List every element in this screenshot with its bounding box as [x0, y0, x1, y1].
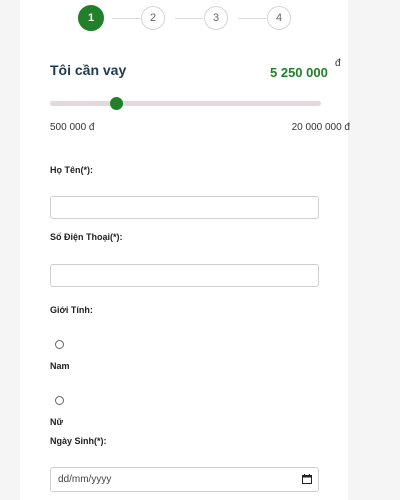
loan-amount-slider[interactable] — [50, 97, 321, 110]
gender-label: Giới Tính: — [50, 305, 93, 315]
dob-placeholder: dd/mm/yyyy — [58, 474, 112, 485]
loan-amount-label: Tôi cần vay — [50, 62, 127, 78]
stepper-connector — [112, 18, 140, 19]
stepper-connector — [175, 18, 203, 19]
slider-max-label: 20 000 000 đ — [291, 122, 350, 133]
slider-min-label: 500 000 đ — [50, 122, 95, 133]
phone-input[interactable] — [50, 264, 319, 287]
loan-amount-value: 5 250 000 — [270, 65, 328, 80]
step-4[interactable]: 4 — [267, 6, 291, 30]
dob-date-input[interactable]: dd/mm/yyyy — [50, 467, 319, 492]
stepper: 1 2 3 4 — [20, 5, 348, 32]
phone-label: Số Điện Thoại(*): — [50, 232, 123, 242]
currency-symbol: đ — [335, 58, 341, 69]
stepper-connector — [238, 18, 266, 19]
step-3[interactable]: 3 — [204, 6, 228, 30]
gender-option-female-label[interactable]: Nữ — [50, 417, 63, 427]
loan-form-card: 1 2 3 4 Tôi cần vay 5 250 000 đ 500 000 … — [20, 0, 350, 500]
name-label: Họ Tên(*): — [50, 165, 93, 175]
step-1[interactable]: 1 — [78, 5, 104, 31]
step-2[interactable]: 2 — [141, 6, 165, 30]
calendar-icon[interactable] — [302, 474, 312, 484]
gender-option-male-label[interactable]: Nam — [50, 361, 70, 371]
dob-label: Ngày Sinh(*): — [50, 436, 107, 446]
gender-radio-male[interactable] — [55, 340, 64, 349]
slider-thumb[interactable] — [110, 97, 123, 110]
gender-radio-female[interactable] — [55, 396, 64, 405]
name-input[interactable] — [50, 196, 319, 219]
